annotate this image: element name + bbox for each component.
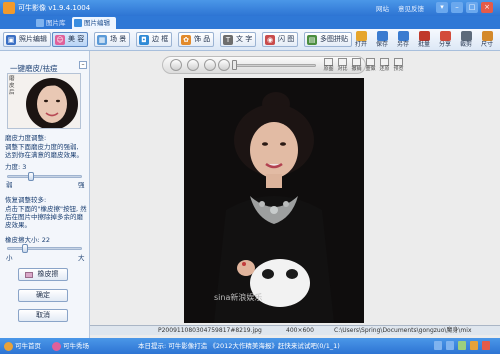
compare-button[interactable]: 对比 bbox=[336, 58, 349, 72]
intensity-hint: 调整下面磨皮力度的强弱, 达到你在满意的磨皮效果。 bbox=[5, 143, 83, 159]
preview-icon bbox=[394, 58, 403, 66]
open-button[interactable]: 打开 bbox=[351, 31, 371, 50]
undo-button[interactable]: 撤销 bbox=[350, 58, 363, 72]
compare-icon bbox=[338, 58, 347, 66]
app-logo-icon bbox=[3, 2, 15, 14]
photo-watermark: sina新浪娱乐 bbox=[214, 292, 262, 302]
daily-tip[interactable]: 本日提示: 可牛影像打造 《2012大作精美海报》赶快来试试吧(0/1_1) bbox=[138, 338, 340, 354]
collage-icon: ▤ bbox=[307, 35, 317, 45]
resize-button[interactable]: 尺寸 bbox=[477, 31, 497, 50]
beauty-icon: ☺ bbox=[55, 35, 65, 45]
share-icon bbox=[439, 31, 451, 41]
resize-icon bbox=[481, 31, 493, 41]
share-button[interactable]: 分享 bbox=[435, 31, 455, 50]
save-button[interactable]: 保存 bbox=[372, 31, 392, 50]
help-icon[interactable] bbox=[458, 341, 466, 350]
home-icon bbox=[4, 342, 13, 351]
prev-tip-icon[interactable] bbox=[434, 341, 442, 350]
status-bar: P200911080304759817#8219.jpg 400×600 C:\… bbox=[90, 325, 500, 335]
scene-icon: ▦ bbox=[97, 35, 107, 45]
settings-icon[interactable] bbox=[470, 341, 478, 350]
intensity-label: 力度: 3 bbox=[5, 163, 27, 171]
redo-icon bbox=[366, 58, 375, 66]
frame-button[interactable]: ◘ 边 框 bbox=[136, 32, 173, 47]
status-filename: P200911080304759817#8219.jpg bbox=[158, 327, 262, 334]
save-icon bbox=[376, 31, 388, 41]
flash-button[interactable]: ◉ 闪 图 bbox=[262, 32, 299, 47]
image-library-icon bbox=[36, 19, 44, 27]
beauty-button[interactable]: ☺ 美 容 bbox=[52, 32, 89, 47]
feedback-link[interactable]: 意见反馈 bbox=[398, 3, 424, 13]
intensity-heading: 磨皮力度调整: bbox=[5, 134, 47, 142]
eraser-icon bbox=[25, 272, 33, 278]
status-image-size: 400×600 bbox=[286, 327, 314, 334]
intensity-min-label: 弱 bbox=[6, 181, 13, 189]
close-button[interactable]: × bbox=[481, 2, 493, 13]
restore-hint: 点击下面的"橡皮擦"按钮, 然后在图片中擦除掉多余的磨皮效果。 bbox=[5, 205, 87, 229]
eraser-button[interactable]: 橡皮擦 bbox=[18, 268, 68, 281]
intensity-max-label: 强 bbox=[78, 181, 85, 189]
batch-button[interactable]: 批量 bbox=[414, 31, 434, 50]
crop-button[interactable]: 裁剪 bbox=[456, 31, 476, 50]
tab-image-edit[interactable]: 图片编辑 bbox=[72, 17, 116, 29]
brush-min-label: 小 bbox=[6, 254, 13, 262]
preview-button[interactable]: 预览 bbox=[392, 58, 405, 72]
brush-max-label: 大 bbox=[78, 254, 85, 262]
decoration-icon: ✿ bbox=[181, 35, 191, 45]
fit-window-icon[interactable] bbox=[187, 59, 199, 71]
collage-button[interactable]: ▤ 多图拼贴 bbox=[304, 32, 352, 47]
after-tag: 磨皮后 bbox=[9, 76, 15, 96]
collapse-icon[interactable]: – bbox=[79, 61, 87, 69]
text-button[interactable]: T文 字 bbox=[220, 32, 257, 47]
redo-button[interactable]: 重做 bbox=[364, 58, 377, 72]
show-link[interactable]: 可牛秀场 bbox=[63, 338, 89, 354]
cancel-button[interactable]: 取消 bbox=[18, 309, 68, 322]
next-tip-icon[interactable] bbox=[446, 341, 454, 350]
website-link[interactable]: 网站 bbox=[376, 3, 389, 13]
zoom-slider[interactable] bbox=[232, 64, 316, 67]
ok-button[interactable]: 确定 bbox=[18, 289, 68, 302]
restore-icon bbox=[380, 58, 389, 66]
actual-size-icon[interactable] bbox=[204, 59, 216, 71]
preview-thumbnail bbox=[7, 73, 81, 130]
exit-icon[interactable] bbox=[482, 341, 490, 350]
status-file-path: C:\Users\Spring\Documents\gongzuo\魔身\mix bbox=[334, 327, 472, 334]
brush-size-slider[interactable] bbox=[7, 247, 82, 250]
edited-photo[interactable]: sina新浪娱乐 bbox=[184, 78, 364, 323]
brush-size-slider-thumb[interactable] bbox=[22, 244, 29, 253]
restore-heading: 恢复调整较多: bbox=[5, 196, 47, 204]
show-icon bbox=[52, 342, 61, 351]
photo-edit-button[interactable]: ▣ 照片编辑 bbox=[3, 32, 51, 47]
original-icon bbox=[324, 58, 333, 66]
flash-icon: ◉ bbox=[265, 35, 275, 45]
photo-edit-icon: ▣ bbox=[6, 35, 16, 45]
minimize-button[interactable]: – bbox=[451, 2, 463, 13]
scene-button[interactable]: ▦ 场 景 bbox=[94, 32, 131, 47]
open-icon bbox=[355, 31, 367, 41]
maximize-button[interactable]: □ bbox=[466, 2, 478, 13]
restore-button[interactable]: 还原 bbox=[378, 58, 391, 72]
decoration-button[interactable]: ✿ 饰 品 bbox=[178, 32, 215, 47]
text-icon: T bbox=[223, 35, 233, 45]
save-as-button[interactable]: 另存 bbox=[393, 31, 413, 50]
save-as-icon bbox=[397, 31, 409, 41]
frame-icon: ◘ bbox=[139, 35, 149, 45]
batch-icon bbox=[418, 31, 430, 41]
image-edit-icon bbox=[74, 19, 82, 27]
original-view-button[interactable]: 原图 bbox=[322, 58, 335, 72]
intensity-slider[interactable] bbox=[7, 175, 82, 178]
brush-size-label: 橡皮擦大小: 22 bbox=[5, 236, 51, 244]
zoom-slider-thumb[interactable] bbox=[232, 60, 237, 70]
rotate-icon[interactable] bbox=[170, 59, 182, 71]
home-link[interactable]: 可牛首页 bbox=[15, 338, 41, 354]
crop-icon bbox=[460, 31, 472, 41]
menu-dropdown-button[interactable]: ▾ bbox=[436, 2, 448, 13]
zoom-out-icon[interactable] bbox=[218, 59, 230, 71]
app-title: 可牛影像 v1.9.4.1004 bbox=[18, 4, 91, 12]
tab-image-library[interactable]: 图片库 bbox=[34, 17, 70, 29]
undo-icon bbox=[352, 58, 361, 66]
intensity-slider-thumb[interactable] bbox=[27, 172, 34, 181]
